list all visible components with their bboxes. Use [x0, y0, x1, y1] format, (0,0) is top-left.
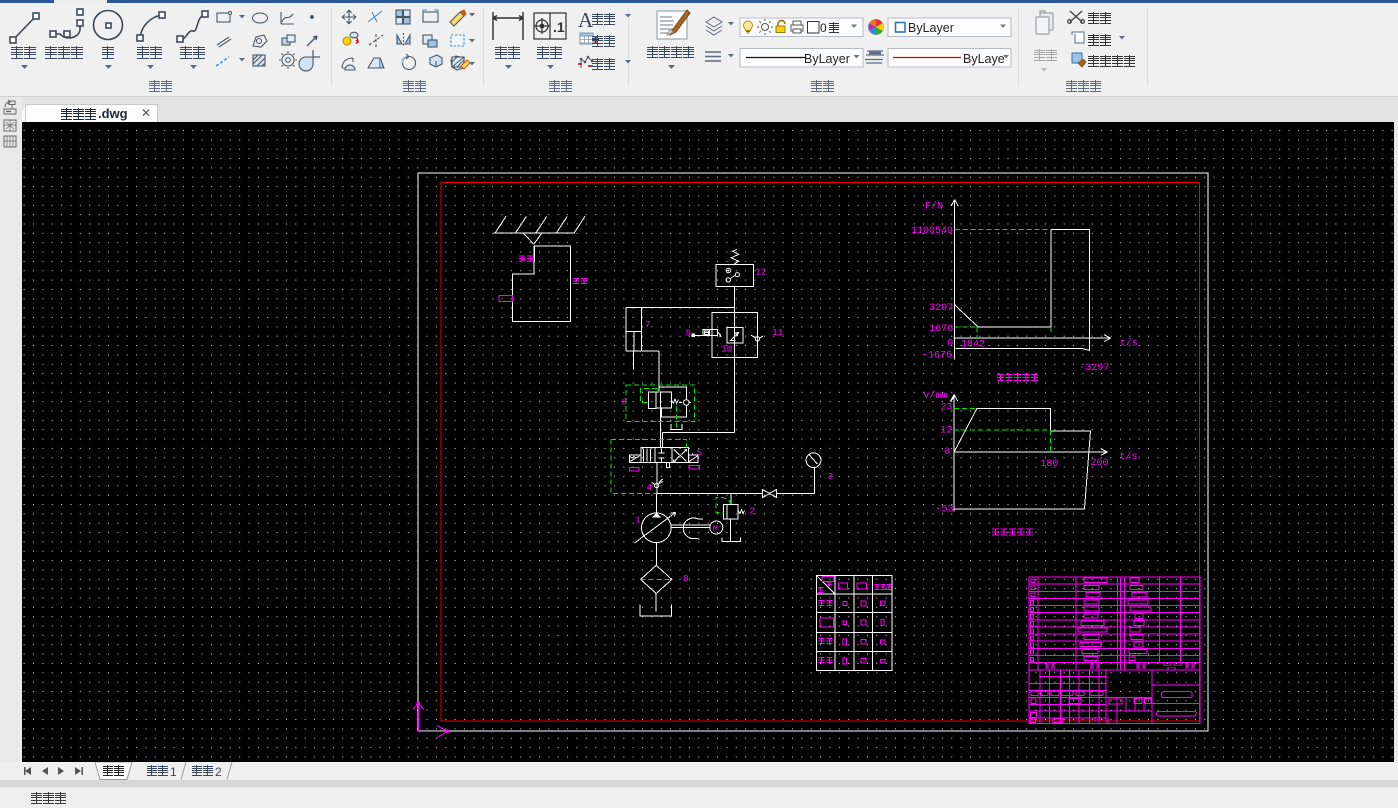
svg-text:11: 11 [772, 327, 784, 338]
svg-text:200: 200 [1091, 458, 1109, 469]
svg-text:1842: 1842 [961, 340, 985, 351]
svg-text:v/mm: v/mm [923, 390, 947, 402]
svg-text:3297: 3297 [929, 303, 953, 314]
svg-text:F/N: F/N [925, 201, 943, 213]
svg-text:.1: .1 [553, 19, 565, 35]
svg-text:7: 7 [645, 319, 651, 330]
svg-text:1: 1 [635, 515, 641, 526]
svg-text:9: 9 [686, 328, 692, 339]
svg-text:12: 12 [755, 267, 767, 278]
svg-text:180: 180 [1040, 459, 1058, 470]
svg-text:-3297: -3297 [1079, 363, 1109, 374]
svg-text:t/s: t/s [1120, 338, 1138, 350]
svg-text:-53: -53 [935, 505, 953, 516]
svg-text:3: 3 [828, 471, 834, 482]
svg-text:5: 5 [697, 447, 703, 458]
svg-text:4: 4 [647, 482, 653, 493]
svg-text:t/s: t/s [1120, 451, 1138, 463]
svg-text:M: M [713, 524, 718, 534]
svg-text:1676: 1676 [929, 324, 953, 335]
svg-text:10: 10 [721, 344, 733, 355]
svg-text:-1676: -1676 [922, 351, 952, 362]
svg-text:2: 2 [750, 506, 756, 517]
svg-text:0: 0 [944, 447, 950, 458]
svg-text:1100549: 1100549 [911, 226, 953, 237]
svg-text:6: 6 [621, 397, 627, 408]
svg-text:23: 23 [940, 403, 952, 414]
svg-text:12: 12 [940, 426, 952, 437]
svg-text:8: 8 [683, 573, 689, 584]
svg-text:0: 0 [947, 339, 953, 350]
